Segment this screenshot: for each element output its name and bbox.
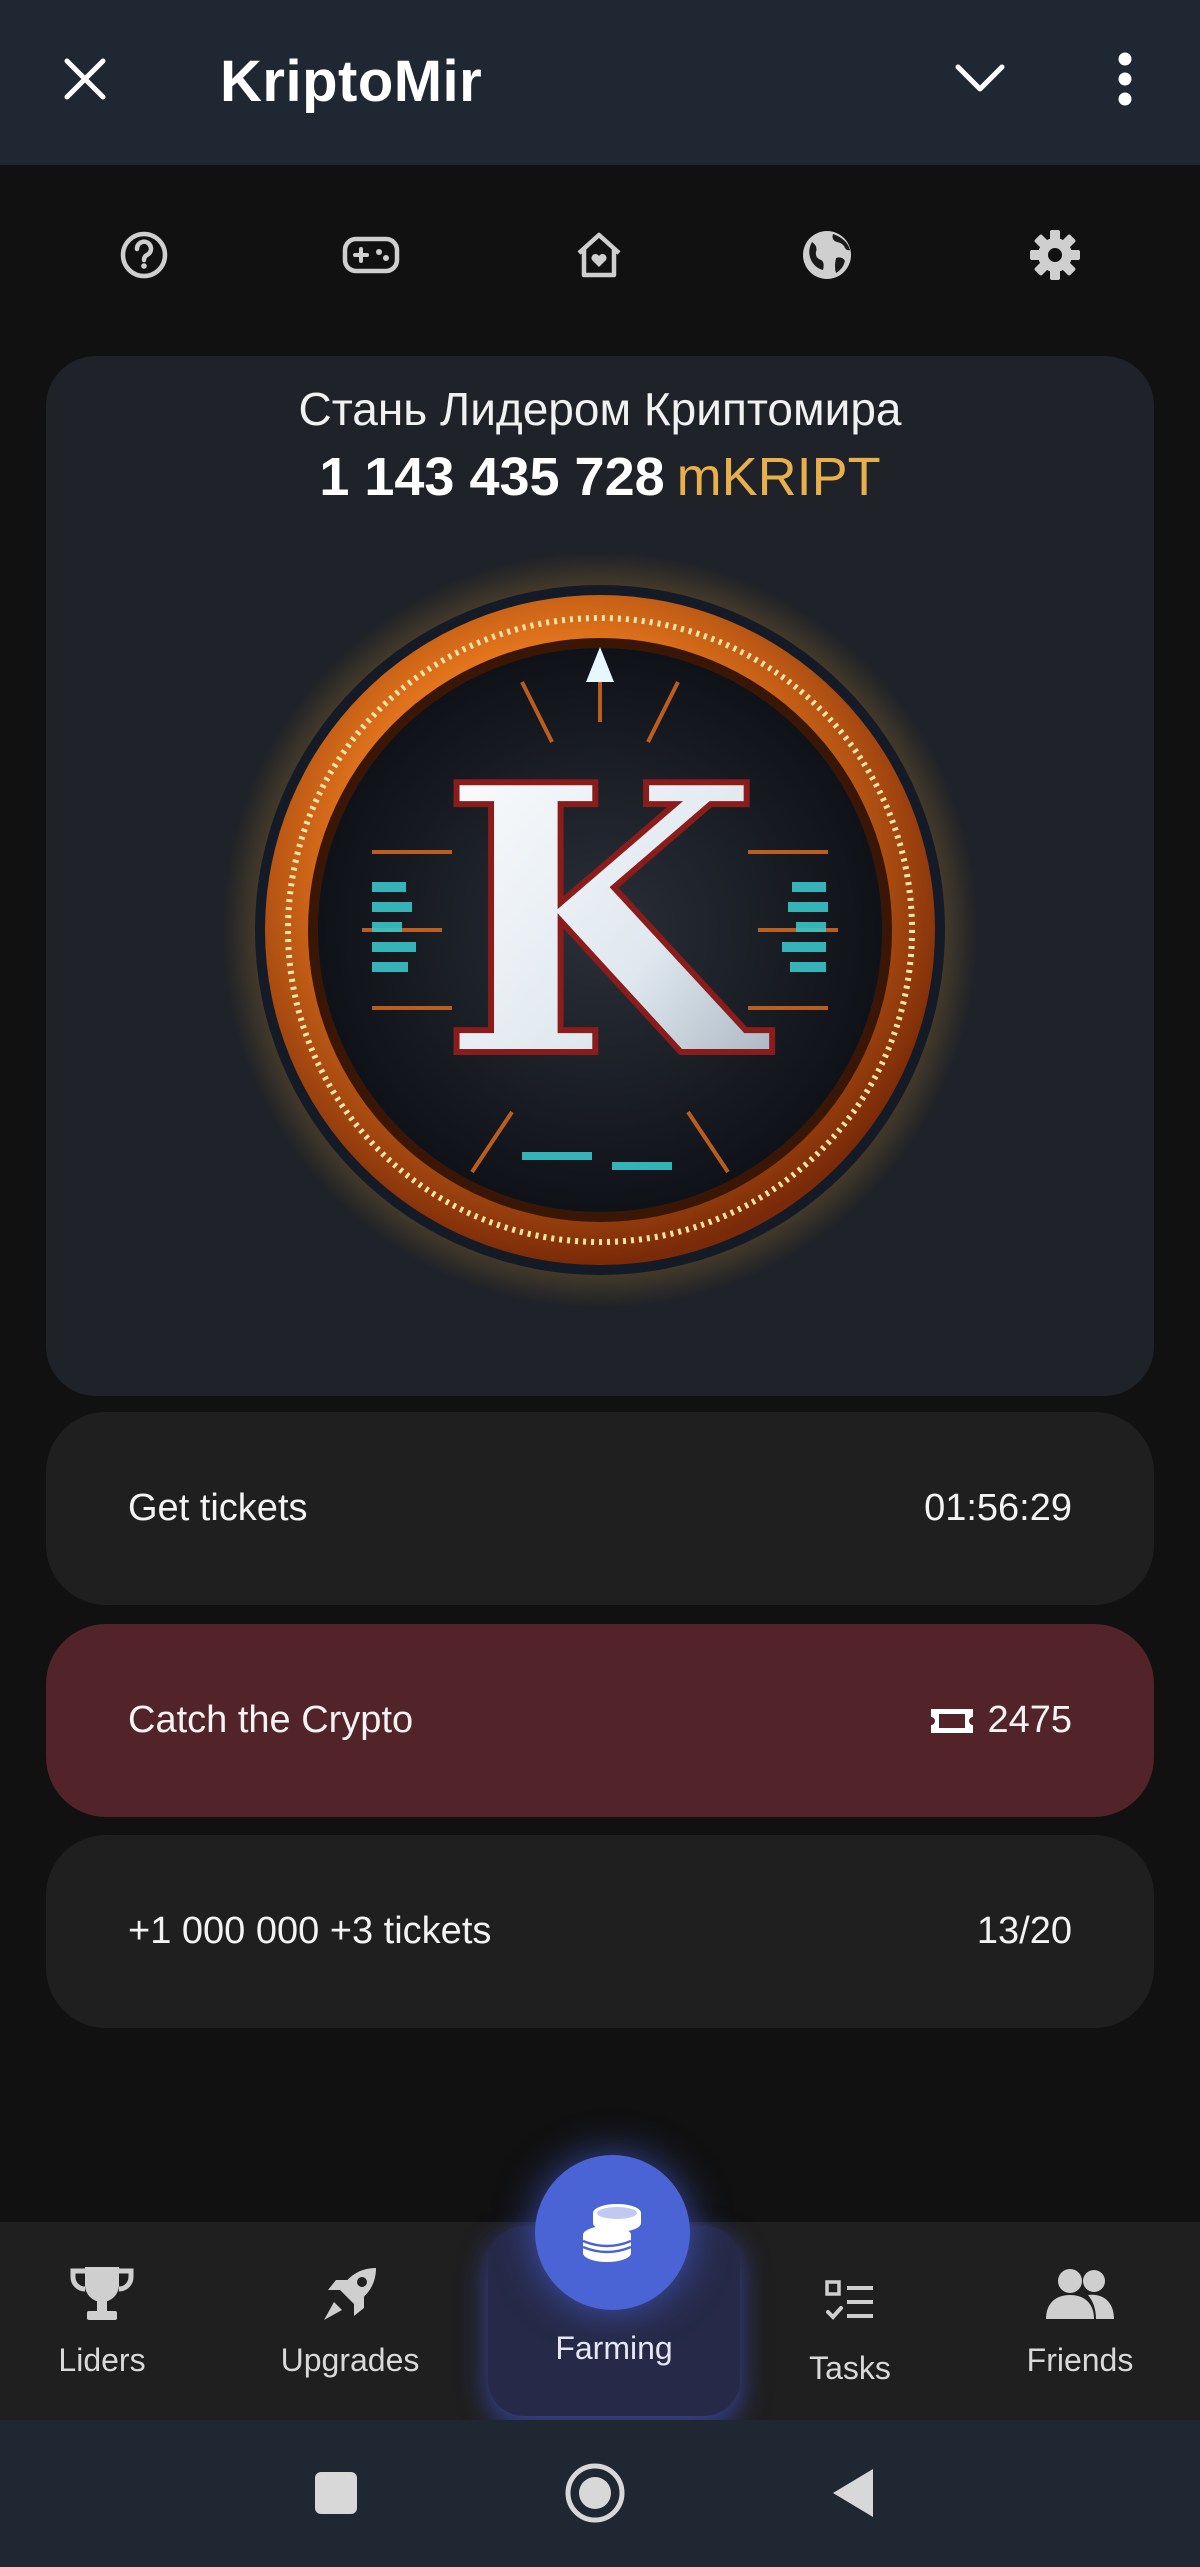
coin-letter: K (439, 706, 774, 1140)
balance-value: 1 143 435 728 (319, 447, 665, 507)
tab-upgrades[interactable]: Upgrades (270, 2222, 430, 2420)
catch-crypto-row[interactable]: Catch the Crypto 2475 (46, 1624, 1154, 1817)
coin-button[interactable]: K (222, 552, 978, 1308)
bonus-progress: 13/20 (976, 1910, 1072, 1952)
top-icon-row (0, 220, 1200, 290)
ticket-count: 2475 (929, 1624, 1072, 1817)
tab-tasks[interactable]: Tasks (780, 2222, 920, 2420)
home-heart-icon[interactable] (564, 220, 634, 290)
bonus-row[interactable]: +1 000 000 +3 tickets 13/20 (46, 1835, 1154, 2028)
coins-icon[interactable] (535, 2155, 690, 2310)
bonus-label: +1 000 000 +3 tickets (128, 1910, 492, 1952)
rocket-icon (310, 2254, 390, 2334)
tab-friends[interactable]: Friends (1010, 2222, 1150, 2420)
get-tickets-label: Get tickets (128, 1487, 308, 1529)
more-vertical-icon[interactable] (1090, 44, 1160, 114)
catch-crypto-label: Catch the Crypto (128, 1699, 414, 1741)
get-tickets-timer: 01:56:29 (924, 1487, 1072, 1529)
tab-farming-label: Farming (555, 2330, 673, 2366)
system-nav-bar (0, 2420, 1200, 2567)
ticket-icon (931, 1708, 974, 1733)
balance-unit: mKRIPT (676, 447, 881, 507)
app-title: KriptoMir (220, 49, 483, 114)
back-icon[interactable] (820, 2460, 886, 2526)
friends-icon (1040, 2254, 1120, 2334)
get-tickets-row[interactable]: Get tickets 01:56:29 (46, 1412, 1154, 1605)
card-headline: Стань Лидером Криптомира (298, 383, 902, 435)
gear-icon[interactable] (1020, 220, 1090, 290)
home-icon[interactable] (562, 2460, 628, 2526)
coin-card: Стань Лидером Криптомира 1 143 435 728 mK… (46, 356, 1154, 1396)
globe-icon[interactable] (792, 220, 862, 290)
balance-amount: 1 143 435 728 mKRIPT (46, 446, 1154, 508)
tab-liders[interactable]: Liders (42, 2222, 162, 2420)
help-icon[interactable] (109, 220, 179, 290)
close-icon[interactable] (50, 44, 120, 114)
tasks-icon (810, 2262, 890, 2342)
recent-apps-icon[interactable] (303, 2460, 369, 2526)
gamepad-icon[interactable] (336, 220, 406, 290)
trophy-icon (62, 2254, 142, 2334)
chevron-down-icon[interactable] (945, 44, 1015, 114)
app-bar: KriptoMir (0, 0, 1200, 165)
